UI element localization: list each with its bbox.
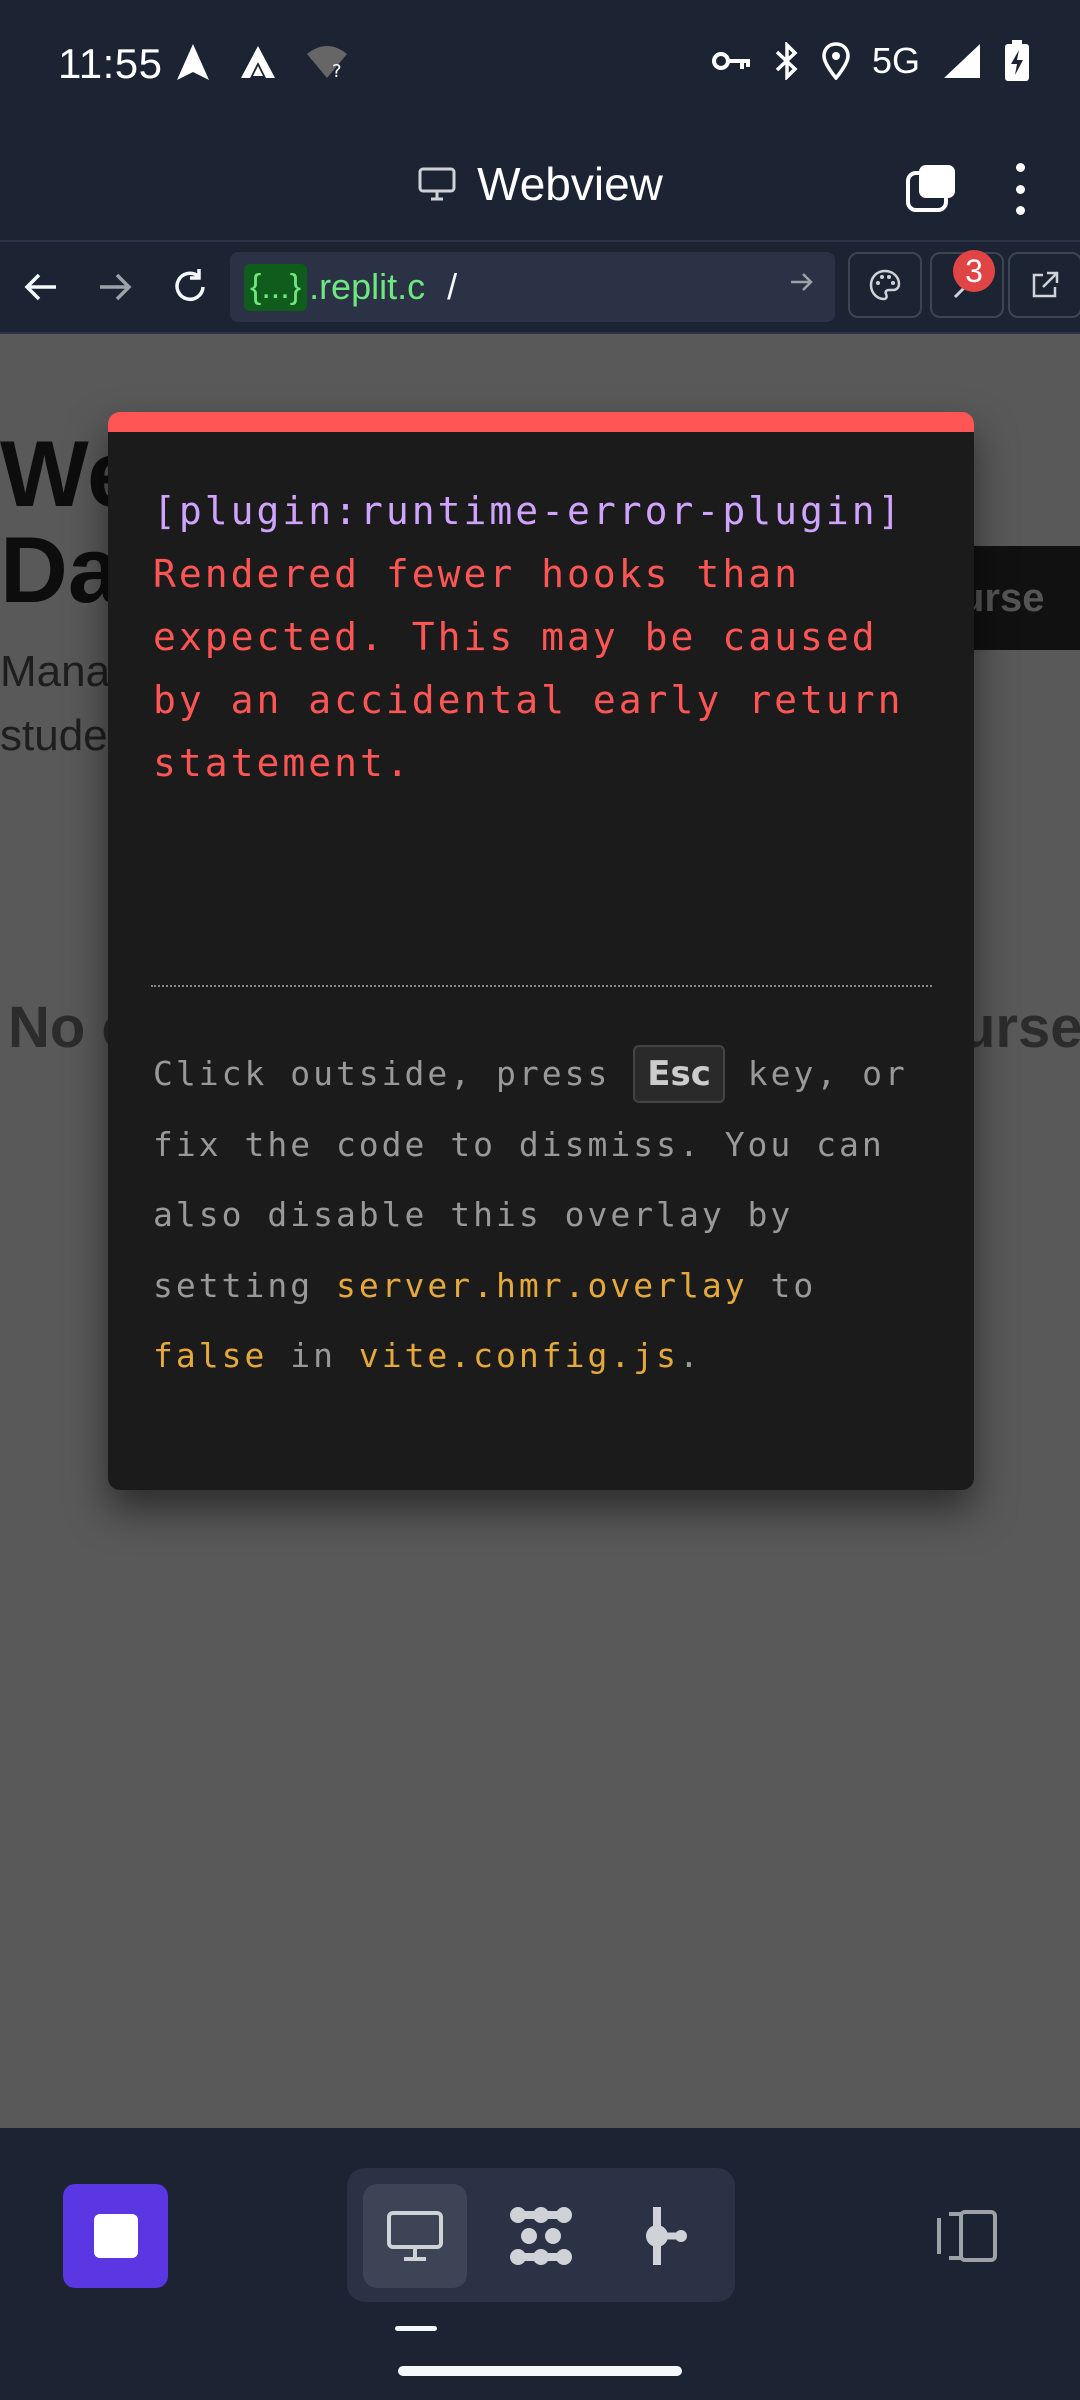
- git-tab[interactable]: [615, 2184, 719, 2288]
- url-path: /: [447, 266, 458, 307]
- page-title-text: Webview: [477, 158, 663, 210]
- back-button[interactable]: [16, 262, 66, 312]
- background-page-subtitle: Mana stude: [0, 647, 111, 760]
- gesture-bar: [398, 2366, 682, 2376]
- signal-icon: [944, 44, 980, 78]
- tabs-button[interactable]: [905, 163, 957, 213]
- reload-button[interactable]: [165, 262, 215, 312]
- error-plugin-name: [plugin:runtime-error-plugin]: [153, 489, 904, 533]
- app-header: Webview: [0, 135, 1080, 242]
- wifi-unknown-icon: ?: [307, 46, 347, 80]
- open-external-button[interactable]: [1008, 252, 1080, 318]
- battery-charging-icon: [1005, 40, 1029, 81]
- dismiss-tip: Click outside, press Esc key, or fix the…: [153, 1039, 943, 1392]
- url-domain: .replit.c: [309, 266, 426, 307]
- toggle-panel-button[interactable]: [935, 2206, 999, 2266]
- monitor-icon: [418, 167, 456, 201]
- background-empty-state-right: urse: [960, 995, 1080, 1060]
- navigation-arrow-icon: [177, 44, 209, 80]
- arrow-right-icon: [100, 273, 132, 301]
- theme-button[interactable]: [848, 252, 922, 318]
- stop-button[interactable]: [63, 2184, 168, 2288]
- error-overlay[interactable]: [plugin:runtime-error-plugin] Rendered f…: [108, 412, 974, 1490]
- config-key: server.hmr.overlay: [335, 1265, 748, 1305]
- more-options-button[interactable]: [1005, 163, 1035, 215]
- agent-icon: [510, 2207, 572, 2265]
- palette-icon: [869, 269, 901, 301]
- monitor-icon: [387, 2211, 443, 2261]
- vpn-key-icon: [711, 52, 750, 70]
- active-tab-indicator: [395, 2326, 437, 2331]
- error-text: Rendered fewer hooks than expected. This…: [153, 552, 930, 785]
- stop-icon: [93, 2214, 138, 2258]
- notification-icons: ?: [175, 42, 349, 82]
- devtools-count-badge: 3: [953, 250, 995, 292]
- view-switcher: [347, 2168, 735, 2302]
- external-link-icon: [1032, 271, 1059, 298]
- status-bar: 11:55 ? 5G: [0, 0, 1080, 135]
- config-file: vite.config.js: [358, 1336, 679, 1375]
- svg-text:?: ?: [332, 61, 342, 80]
- error-message: [plugin:runtime-error-plugin] Rendered f…: [153, 480, 933, 795]
- clock: 11:55: [58, 40, 163, 87]
- location-icon: [822, 42, 850, 80]
- go-arrow-icon[interactable]: [789, 267, 815, 301]
- config-value: false: [153, 1336, 268, 1375]
- system-icons: 5G: [711, 40, 1030, 82]
- browser-toolbar: {...} .replit.c /: [0, 242, 1080, 334]
- app-notification-icon: [241, 46, 275, 78]
- url-repl-badge: {...}: [244, 263, 308, 311]
- network-type: 5G: [871, 40, 920, 81]
- url-bar[interactable]: {...} .replit.c /: [230, 252, 835, 322]
- side-panel-icon: [937, 2210, 997, 2262]
- forward-button[interactable]: [90, 262, 140, 312]
- divider: [151, 985, 932, 987]
- esc-key: Esc: [633, 1045, 725, 1103]
- tabs-icon: [906, 165, 955, 212]
- reload-icon: [175, 269, 205, 301]
- arrow-left-icon: [24, 273, 56, 301]
- agent-tab[interactable]: [489, 2184, 593, 2288]
- bluetooth-icon: [775, 42, 798, 80]
- git-branch-icon: [646, 2207, 687, 2265]
- webview-tab[interactable]: [363, 2184, 467, 2288]
